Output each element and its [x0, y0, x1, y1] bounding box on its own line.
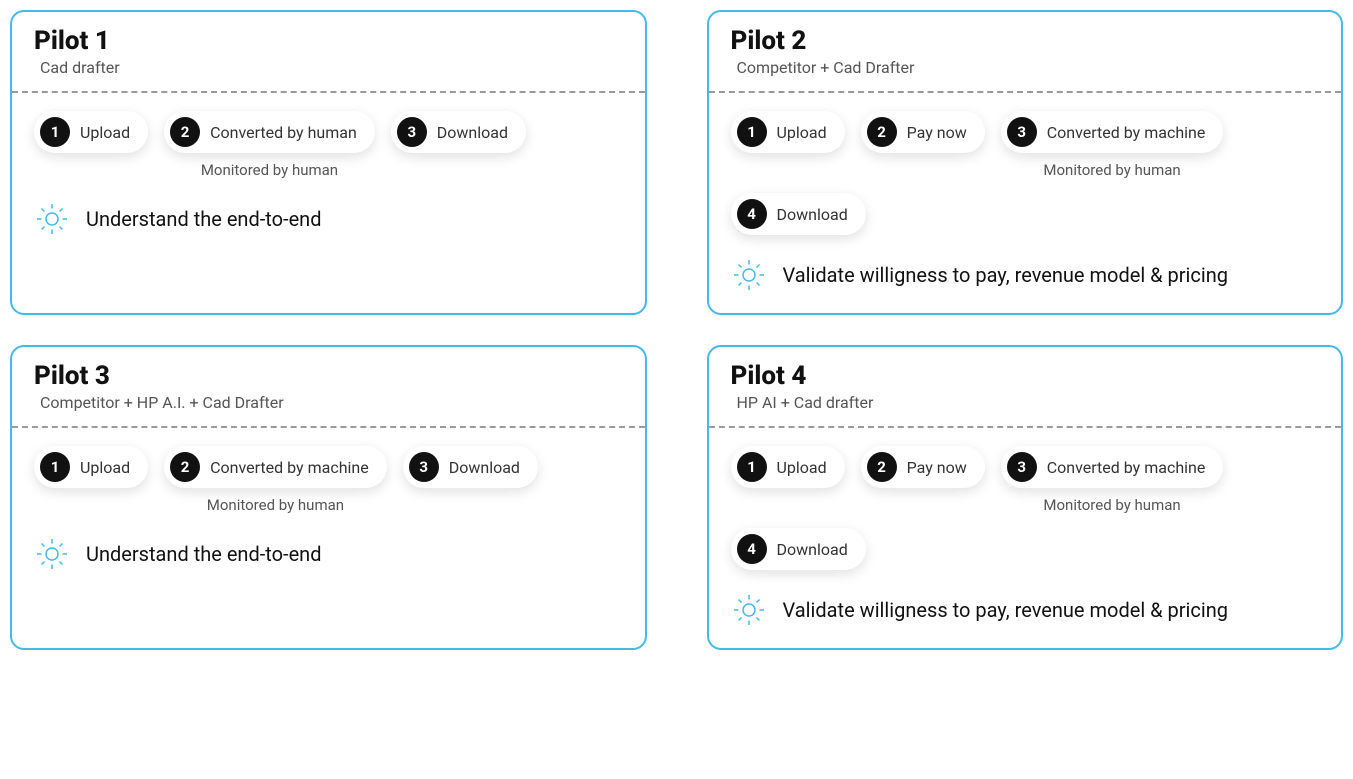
step-pill: 3 Download — [391, 111, 526, 153]
divider — [12, 91, 645, 93]
card-subtitle: HP AI + Cad drafter — [731, 393, 1320, 412]
steps-row: 1 Upload 2 Converted by machine Monitore… — [34, 446, 623, 514]
step-number: 2 — [170, 117, 200, 147]
step-pill: 1 Upload — [34, 111, 148, 153]
step-note: Monitored by human — [201, 161, 338, 179]
card-subtitle: Competitor + HP A.I. + Cad Drafter — [34, 393, 623, 412]
step: 3 Converted by machine Monitored by huma… — [1001, 111, 1224, 179]
insight-row: Validate willigness to pay, revenue mode… — [731, 257, 1320, 293]
step-pill: 1 Upload — [731, 446, 845, 488]
step-note: Monitored by human — [1043, 496, 1180, 514]
insight-row: Understand the end-to-end — [34, 536, 623, 572]
step-label: Converted by machine — [1047, 123, 1206, 142]
lightbulb-icon — [731, 257, 767, 293]
pilot-card-4: Pilot 4 HP AI + Cad drafter 1 Upload 2 P… — [707, 345, 1344, 650]
divider — [709, 91, 1342, 93]
step-number: 1 — [737, 117, 767, 147]
insight-text: Validate willigness to pay, revenue mode… — [783, 263, 1229, 288]
step-label: Pay now — [907, 458, 967, 477]
step: 1 Upload — [731, 111, 845, 153]
insight-row: Understand the end-to-end — [34, 201, 623, 237]
step-pill: 1 Upload — [34, 446, 148, 488]
step: 4 Download — [731, 193, 866, 235]
step: 2 Converted by human Monitored by human — [164, 111, 375, 179]
card-subtitle: Competitor + Cad Drafter — [731, 58, 1320, 77]
step-pill: 3 Converted by machine — [1001, 446, 1224, 488]
card-subtitle: Cad drafter — [34, 58, 623, 77]
step-pill: 1 Upload — [731, 111, 845, 153]
step: 2 Pay now — [861, 446, 985, 488]
step-number: 1 — [40, 452, 70, 482]
card-title: Pilot 3 — [34, 361, 623, 391]
card-title: Pilot 2 — [731, 26, 1320, 56]
step-label: Converted by machine — [210, 458, 369, 477]
lightbulb-icon — [34, 201, 70, 237]
step-label: Upload — [80, 123, 130, 142]
step-pill: 4 Download — [731, 193, 866, 235]
card-title: Pilot 1 — [34, 26, 623, 56]
step-number: 2 — [867, 117, 897, 147]
step: 1 Upload — [34, 446, 148, 488]
lightbulb-icon — [34, 536, 70, 572]
step-label: Upload — [777, 123, 827, 142]
step-number: 4 — [737, 534, 767, 564]
steps-row: 1 Upload 2 Pay now 3 Converted by machin… — [731, 111, 1320, 235]
step-label: Pay now — [907, 123, 967, 142]
step-label: Download — [437, 123, 508, 142]
step-label: Upload — [777, 458, 827, 477]
step-pill: 2 Pay now — [861, 111, 985, 153]
insight-text: Understand the end-to-end — [86, 207, 322, 232]
insight-row: Validate willigness to pay, revenue mode… — [731, 592, 1320, 628]
step-number: 3 — [409, 452, 439, 482]
card-title: Pilot 4 — [731, 361, 1320, 391]
pilot-card-3: Pilot 3 Competitor + HP A.I. + Cad Draft… — [10, 345, 647, 650]
step-label: Converted by human — [210, 123, 357, 142]
insight-text: Understand the end-to-end — [86, 542, 322, 567]
step-pill: 2 Pay now — [861, 446, 985, 488]
step-number: 3 — [397, 117, 427, 147]
step: 3 Download — [391, 111, 526, 153]
step-pill: 4 Download — [731, 528, 866, 570]
step-label: Download — [777, 540, 848, 559]
step-pill: 2 Converted by machine — [164, 446, 387, 488]
steps-row: 1 Upload 2 Pay now 3 Converted by machin… — [731, 446, 1320, 570]
step-number: 2 — [170, 452, 200, 482]
step: 2 Pay now — [861, 111, 985, 153]
step-number: 1 — [40, 117, 70, 147]
step-label: Upload — [80, 458, 130, 477]
step: 1 Upload — [34, 111, 148, 153]
step-note: Monitored by human — [1043, 161, 1180, 179]
divider — [709, 426, 1342, 428]
step-number: 1 — [737, 452, 767, 482]
step-label: Converted by machine — [1047, 458, 1206, 477]
step-pill: 3 Download — [403, 446, 538, 488]
step: 1 Upload — [731, 446, 845, 488]
pilot-grid: Pilot 1 Cad drafter 1 Upload 2 Converted… — [10, 10, 1343, 650]
step: 3 Download — [403, 446, 538, 488]
step-note: Monitored by human — [207, 496, 344, 514]
lightbulb-icon — [731, 592, 767, 628]
divider — [12, 426, 645, 428]
step-number: 2 — [867, 452, 897, 482]
step-number: 3 — [1007, 117, 1037, 147]
step-label: Download — [449, 458, 520, 477]
insight-text: Validate willigness to pay, revenue mode… — [783, 598, 1229, 623]
steps-row: 1 Upload 2 Converted by human Monitored … — [34, 111, 623, 179]
step: 2 Converted by machine Monitored by huma… — [164, 446, 387, 514]
step-pill: 2 Converted by human — [164, 111, 375, 153]
step: 3 Converted by machine Monitored by huma… — [1001, 446, 1224, 514]
step-label: Download — [777, 205, 848, 224]
pilot-card-2: Pilot 2 Competitor + Cad Drafter 1 Uploa… — [707, 10, 1344, 315]
step-number: 4 — [737, 199, 767, 229]
step: 4 Download — [731, 528, 866, 570]
step-pill: 3 Converted by machine — [1001, 111, 1224, 153]
pilot-card-1: Pilot 1 Cad drafter 1 Upload 2 Converted… — [10, 10, 647, 315]
step-number: 3 — [1007, 452, 1037, 482]
